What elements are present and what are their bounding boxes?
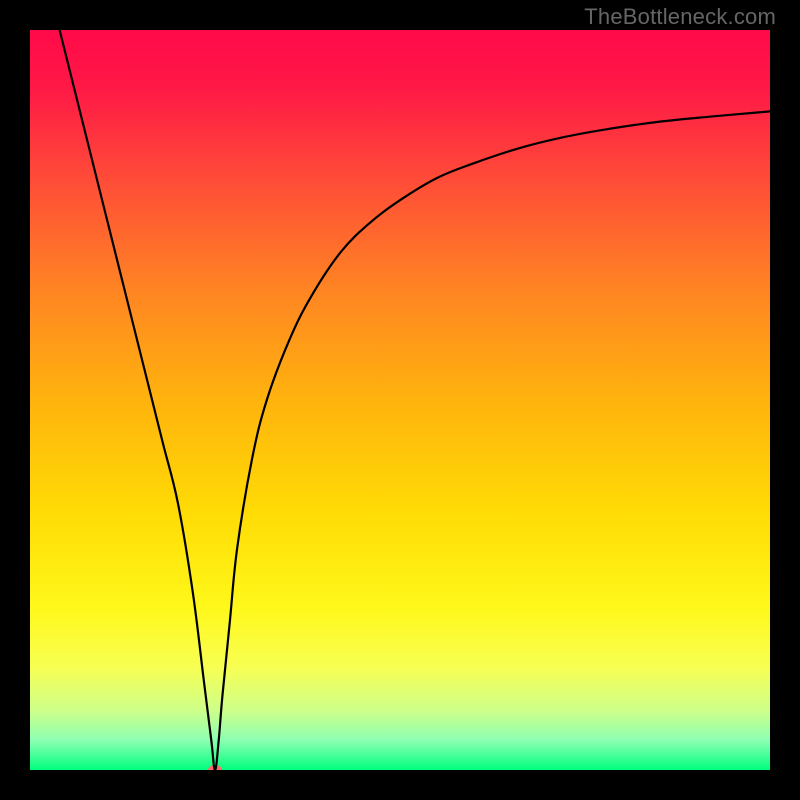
watermark-text: TheBottleneck.com xyxy=(584,4,776,30)
chart-outer-frame: TheBottleneck.com xyxy=(0,0,800,800)
gradient-background xyxy=(30,30,770,770)
bottleneck-chart xyxy=(30,30,770,770)
plot-area xyxy=(30,30,770,770)
